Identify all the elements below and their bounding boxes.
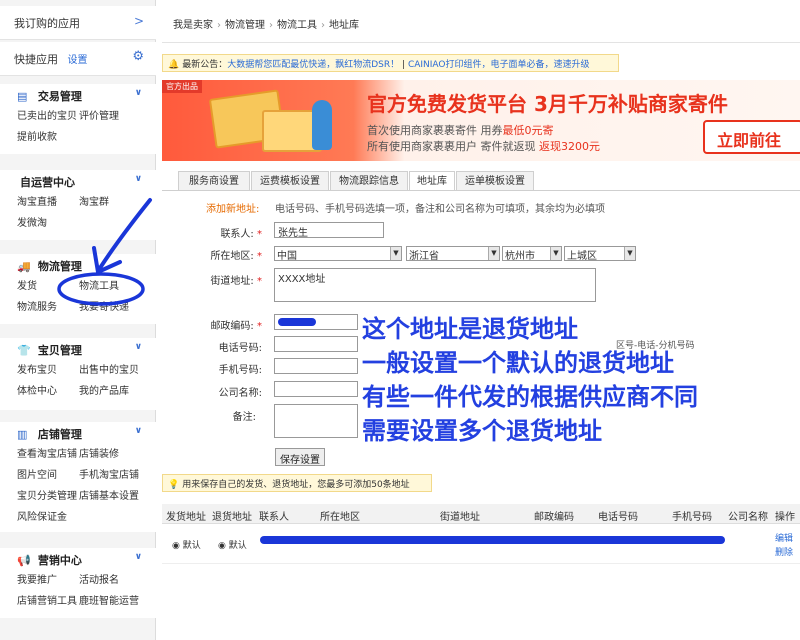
- announcement-prefix: 最新公告：: [182, 60, 227, 70]
- breadcrumb-logistics[interactable]: 物流管理: [225, 20, 265, 31]
- redaction-scribble-row: [260, 536, 725, 544]
- chevron-down-icon: ▼: [390, 247, 401, 260]
- banner-person-illustration: [312, 100, 332, 150]
- return-default-label: 默认: [229, 541, 247, 551]
- breadcrumb-seller[interactable]: 我是卖家: [173, 20, 213, 31]
- announcement-link-1[interactable]: 大数据帮您匹配最优快递，飘红物流DSR！: [227, 60, 399, 70]
- zip-label: 邮政编码:: [210, 321, 253, 332]
- address-limit-note: 💡用来保存自己的发货、退货地址，您最多可添加50条地址: [162, 474, 432, 492]
- save-button[interactable]: 保存设置: [275, 448, 325, 466]
- province-select[interactable]: 浙江省 ▼: [406, 246, 500, 261]
- address-table-header: 发货地址 退货地址 联系人 所在地区 街道地址 邮政编码 电话号码 手机号码 公…: [162, 504, 800, 524]
- annotation-line-2: 一般设置一个默认的退货地址: [362, 346, 698, 380]
- street-textarea[interactable]: XXXX地址: [274, 268, 596, 302]
- col-street: 街道地址: [440, 508, 480, 523]
- header-divider: [162, 42, 800, 43]
- table-row: ◉ 默认 ◉ 默认 编辑 删除: [162, 524, 800, 564]
- breadcrumb: 我是卖家›物流管理›物流工具›地址库: [173, 16, 359, 31]
- banner-cta-button[interactable]: 立即前往: [703, 120, 800, 154]
- contact-input[interactable]: 张先生: [274, 222, 384, 238]
- tab-service-provider[interactable]: 服务商设置: [178, 171, 250, 191]
- col-contact: 联系人: [259, 508, 289, 523]
- mobile-input[interactable]: [274, 358, 358, 374]
- chevron-down-icon: ▼: [550, 247, 561, 260]
- street-label: 街道地址:: [210, 276, 253, 287]
- form-title: 添加新地址:: [206, 200, 259, 215]
- banner-line-2: 所有使用商家裹裹用户 寄件就返现 返现3200元: [367, 138, 600, 154]
- tab-divider: [162, 190, 800, 191]
- banner-line-2-highlight: 返现3200元: [539, 140, 600, 153]
- redaction-scribble: [278, 318, 316, 326]
- form-tip: 电话号码、手机号码选填一项，备注和公司名称为可填项，其余均为必填项: [275, 200, 605, 215]
- breadcrumb-tools[interactable]: 物流工具: [277, 20, 317, 31]
- region-label-row: 所在地区: *: [172, 247, 262, 262]
- bell-icon: 🔔: [168, 60, 179, 70]
- tab-address-library[interactable]: 地址库: [409, 171, 455, 191]
- announcement-separator: |: [402, 60, 405, 70]
- breadcrumb-current: 地址库: [329, 20, 359, 31]
- tab-waybill-template[interactable]: 运单模板设置: [456, 171, 534, 191]
- tab-freight-template[interactable]: 运费模板设置: [251, 171, 329, 191]
- col-zip: 邮政编码: [534, 508, 574, 523]
- contact-label: 联系人:: [220, 229, 253, 240]
- zip-input[interactable]: [274, 314, 358, 330]
- company-input[interactable]: [274, 381, 358, 397]
- announcement-link-2[interactable]: CAINIAO打印组件，电子面单必备，速速升级: [408, 60, 590, 70]
- phone-label: 电话号码:: [172, 339, 262, 354]
- remark-textarea[interactable]: [274, 404, 358, 438]
- ship-default-radio[interactable]: ◉ 默认: [172, 538, 201, 551]
- tab-tracking[interactable]: 物流跟踪信息: [330, 171, 408, 191]
- region-label: 所在地区:: [210, 251, 253, 262]
- col-mobile: 手机号码: [672, 508, 712, 523]
- province-value: 浙江省: [409, 251, 439, 262]
- annotation-line-1: 这个地址是退货地址: [362, 312, 698, 346]
- chevron-down-icon: ▼: [488, 247, 499, 260]
- lightbulb-icon: 💡: [168, 480, 179, 490]
- annotation-line-4: 需要设置多个退货地址: [362, 414, 698, 448]
- country-value: 中国: [277, 251, 297, 262]
- banner-line-1: 首次使用商家裹裹寄件 用券最低0元寄: [367, 122, 554, 138]
- zip-label-row: 邮政编码: *: [172, 317, 262, 332]
- chevron-down-icon: ▼: [624, 247, 635, 260]
- promo-banner[interactable]: 官方出品 官方免费发货平台 3月千万补贴商家寄件 首次使用商家裹裹寄件 用券最低…: [162, 80, 800, 161]
- col-phone: 电话号码: [598, 508, 638, 523]
- mobile-label: 手机号码:: [172, 361, 262, 376]
- col-region: 所在地区: [320, 508, 360, 523]
- phone-area-input[interactable]: [274, 336, 358, 352]
- col-return-address: 退货地址: [212, 508, 252, 523]
- col-ship-address: 发货地址: [166, 508, 206, 523]
- district-value: 上城区: [567, 251, 597, 262]
- banner-line-2-text: 所有使用商家裹裹用户 寄件就返现: [367, 140, 539, 153]
- contact-label-row: 联系人: *: [172, 225, 262, 240]
- annotation-text: 这个地址是退货地址 一般设置一个默认的退货地址 有些一件代发的根据供应商不同 需…: [362, 312, 698, 448]
- remark-label: 备注:: [166, 408, 256, 423]
- edit-link[interactable]: 编辑: [775, 531, 793, 544]
- address-limit-text: 用来保存自己的发货、退货地址，您最多可添加50条地址: [182, 480, 409, 490]
- banner-line-1-text: 首次使用商家裹裹寄件 用券: [367, 124, 503, 137]
- city-value: 杭州市: [505, 251, 535, 262]
- announcement-bar: 🔔最新公告：大数据帮您匹配最优快递，飘红物流DSR！ | CAINIAO打印组件…: [162, 54, 619, 72]
- banner-line-1-highlight: 最低0元寄: [503, 124, 554, 137]
- delete-link[interactable]: 删除: [775, 545, 793, 558]
- company-label: 公司名称:: [172, 384, 262, 399]
- ship-default-label: 默认: [183, 541, 201, 551]
- return-default-radio[interactable]: ◉ 默认: [218, 538, 247, 551]
- district-select[interactable]: 上城区 ▼: [564, 246, 636, 261]
- annotation-line-3: 有些一件代发的根据供应商不同: [362, 380, 698, 414]
- col-actions: 操作: [775, 508, 795, 523]
- banner-headline: 官方免费发货平台 3月千万补贴商家寄件: [367, 88, 728, 117]
- street-label-row: 街道地址: *: [172, 272, 262, 287]
- country-select[interactable]: 中国 ▼: [274, 246, 402, 261]
- col-company: 公司名称: [728, 508, 768, 523]
- banner-tag: 官方出品: [162, 80, 202, 93]
- city-select[interactable]: 杭州市 ▼: [502, 246, 562, 261]
